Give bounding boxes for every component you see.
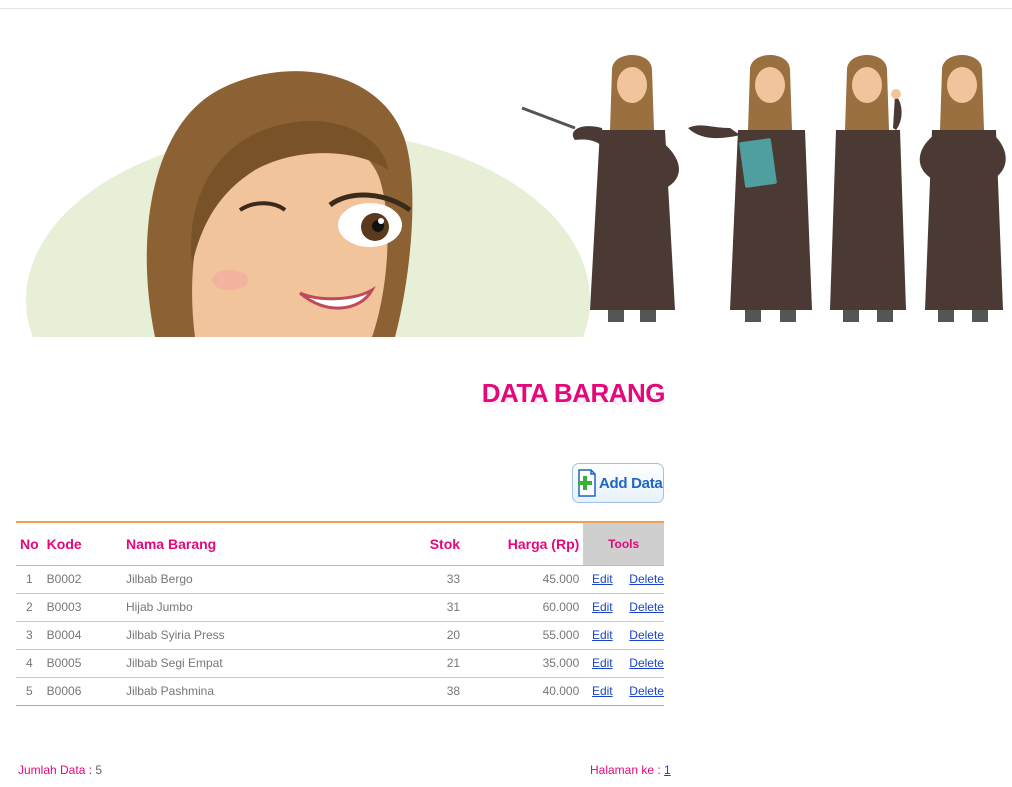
delete-link[interactable]: Delete: [629, 600, 664, 614]
cell-kode: B0002: [42, 565, 122, 594]
total-data-count: 5: [95, 763, 103, 777]
total-data-label: Jumlah Data :: [18, 763, 93, 777]
cell-stok: 31: [418, 593, 465, 622]
cell-kode: B0006: [42, 677, 122, 706]
cell-no: 1: [16, 565, 43, 594]
header-banner: [0, 10, 1012, 340]
cell-no: 4: [16, 649, 43, 678]
total-data-text: Jumlah Data : 5: [18, 763, 102, 777]
cell-tools: Edit Delete: [583, 565, 664, 594]
pagination: Halaman ke : 1: [590, 763, 671, 777]
cell-tools: Edit Delete: [583, 677, 664, 706]
page-title-reflection: DATA BARANG: [481, 391, 665, 409]
banner-illustration: [0, 55, 1006, 340]
girl-handsonhips-illustration: [919, 55, 1006, 322]
edit-link[interactable]: Edit: [587, 628, 617, 642]
table-row: 4 B0005 Jilbab Segi Empat 21 35.000 Edit…: [16, 649, 664, 678]
delete-link[interactable]: Delete: [629, 572, 664, 586]
cell-kode: B0003: [42, 593, 122, 622]
delete-link[interactable]: Delete: [629, 628, 664, 642]
cell-nama: Hijab Jumbo: [121, 593, 419, 622]
cell-no: 2: [16, 593, 43, 622]
table-row: 1 B0002 Jilbab Bergo 33 45.000 Edit Delet…: [16, 565, 664, 594]
col-header-kode: Kode: [42, 521, 122, 566]
girl-book-illustration: [688, 55, 812, 322]
table-row: 5 B0006 Jilbab Pashmina 38 40.000 Edit De…: [16, 677, 664, 706]
cell-nama: Jilbab Bergo: [121, 565, 419, 594]
delete-link[interactable]: Delete: [629, 684, 664, 698]
cell-kode: B0005: [42, 649, 122, 678]
winking-girl-illustration: [146, 71, 413, 337]
cell-tools: Edit Delete: [583, 593, 664, 622]
cell-tools: Edit Delete: [583, 649, 664, 678]
cell-stok: 33: [418, 565, 465, 594]
col-header-harga: Harga (Rp): [464, 521, 584, 566]
cell-nama: Jilbab Segi Empat: [121, 649, 419, 678]
data-table: No Kode Nama Barang Stok Harga (Rp) Tool…: [16, 521, 664, 706]
col-header-stok: Stok: [418, 521, 465, 566]
cell-stok: 21: [418, 649, 465, 678]
title-block: DATA BARANG DATA BARANG: [470, 378, 666, 438]
cell-stok: 38: [418, 677, 465, 706]
pagination-label: Halaman ke :: [590, 763, 661, 777]
table-header-row: No Kode Nama Barang Stok Harga (Rp) Tool…: [16, 521, 664, 566]
table-row: 2 B0003 Hijab Jumbo 31 60.000 Edit Delete: [16, 593, 664, 622]
col-header-no: No: [16, 521, 43, 566]
cell-harga: 35.000: [464, 649, 584, 678]
page-link-1[interactable]: 1: [664, 763, 671, 777]
add-data-label: Add Data: [599, 474, 663, 492]
cell-no: 5: [16, 677, 43, 706]
cell-harga: 60.000: [464, 593, 584, 622]
cell-harga: 45.000: [464, 565, 584, 594]
cell-harga: 55.000: [464, 621, 584, 650]
girl-thumbsup-illustration: [830, 55, 906, 322]
cell-no: 3: [16, 621, 43, 650]
cell-kode: B0004: [42, 621, 122, 650]
cell-tools: Edit Delete: [583, 621, 664, 650]
edit-link[interactable]: Edit: [587, 572, 617, 586]
table-row: 3 B0004 Jilbab Syiria Press 20 55.000 Ed…: [16, 621, 664, 650]
add-data-button[interactable]: Add Data: [572, 463, 664, 503]
edit-link[interactable]: Edit: [587, 656, 617, 670]
col-header-nama: Nama Barang: [121, 521, 419, 566]
top-divider: [0, 8, 1012, 9]
delete-link[interactable]: Delete: [629, 656, 664, 670]
document-plus-icon: [578, 469, 596, 497]
cell-nama: Jilbab Pashmina: [121, 677, 419, 706]
edit-link[interactable]: Edit: [587, 600, 617, 614]
cell-nama: Jilbab Syiria Press: [121, 621, 419, 650]
edit-link[interactable]: Edit: [587, 684, 617, 698]
cell-stok: 20: [418, 621, 465, 650]
cell-harga: 40.000: [464, 677, 584, 706]
col-header-tools: Tools: [583, 521, 664, 566]
